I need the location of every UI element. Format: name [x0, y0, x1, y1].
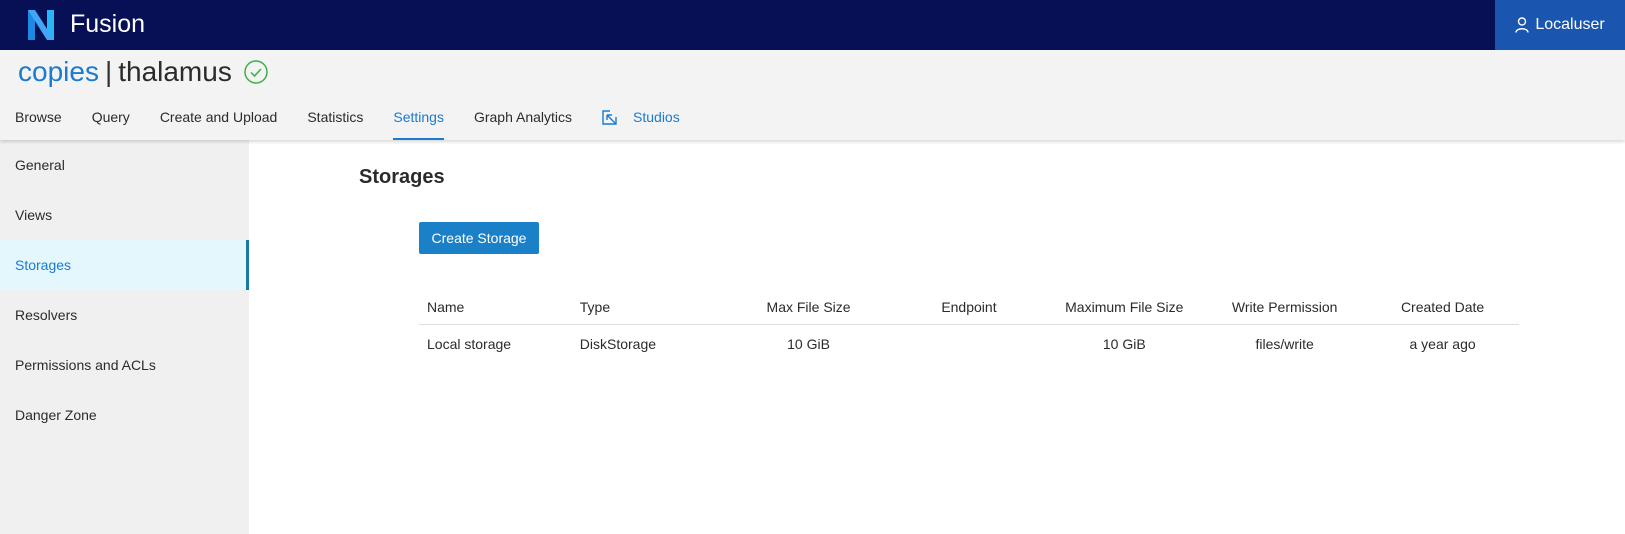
cell-endpoint [893, 324, 1046, 364]
tab-graph-analytics[interactable]: Graph Analytics [459, 94, 587, 140]
top-bar: Fusion Localuser [0, 0, 1625, 50]
check-circle-icon [244, 60, 268, 84]
cell-type: DiskStorage [579, 336, 657, 353]
title-separator: | [104, 56, 113, 87]
sidebar-item-permissions-and-acls[interactable]: Permissions and ACLs [0, 340, 249, 390]
cell-maximum-file-size: 10 GiB [1102, 336, 1146, 353]
sidebar-item-danger-zone[interactable]: Danger Zone [0, 390, 249, 440]
cell-write-permission: files/write [1255, 336, 1314, 353]
tab-browse[interactable]: Browse [0, 94, 77, 140]
tab-query[interactable]: Query [77, 94, 145, 140]
table-header-row: Name Type Max File Size Endpoint Maximum… [419, 290, 1519, 325]
organization-link[interactable]: copies [18, 56, 99, 88]
project-name: thalamus [118, 56, 232, 87]
sidebar-item-resolvers[interactable]: Resolvers [0, 290, 249, 340]
user-label: Localuser [1535, 16, 1605, 33]
project-title-bar: copies | thalamus [0, 50, 1625, 94]
page-title: Storages [359, 166, 445, 188]
table-row[interactable]: Local storage DiskStorage 10 GiB 10 GiB … [419, 324, 1519, 364]
column-header-type[interactable]: Type [571, 290, 725, 325]
sidebar-item-storages[interactable]: Storages [0, 240, 249, 290]
tab-create-and-upload[interactable]: Create and Upload [145, 94, 293, 140]
create-storage-button[interactable]: Create Storage [419, 222, 539, 254]
tab-studios[interactable]: Studios [587, 94, 695, 140]
storages-table: Name Type Max File Size Endpoint Maximum… [419, 290, 1519, 364]
main-tabs: Browse Query Create and Upload Statistic… [0, 94, 1625, 140]
column-header-name[interactable]: Name [419, 290, 572, 325]
sidebar-item-views[interactable]: Views [0, 190, 249, 240]
tab-studios-label: Studios [633, 109, 680, 125]
column-header-max-file-size[interactable]: Max File Size [724, 290, 893, 325]
sidebar-item-general[interactable]: General [0, 140, 249, 190]
external-link-icon [602, 109, 617, 125]
cell-created-date: a year ago [1409, 336, 1476, 353]
tab-statistics[interactable]: Statistics [292, 94, 378, 140]
user-icon [1515, 17, 1530, 33]
main-content: Storages Create Storage Name Type Max Fi… [249, 140, 1625, 534]
cell-name: Local storage [427, 336, 512, 353]
app-name: Fusion [70, 10, 146, 38]
settings-sidebar: General Views Storages Resolvers Permiss… [0, 140, 249, 534]
column-header-maximum-file-size[interactable]: Maximum File Size [1045, 290, 1204, 325]
tab-settings[interactable]: Settings [378, 94, 459, 140]
user-menu-button[interactable]: Localuser [1495, 0, 1625, 50]
cell-max-file-size: 10 GiB [787, 336, 830, 353]
column-header-write-permission[interactable]: Write Permission [1203, 290, 1367, 325]
column-header-created-date[interactable]: Created Date [1366, 290, 1519, 325]
fusion-logo-icon[interactable] [26, 8, 56, 42]
column-header-endpoint[interactable]: Endpoint [892, 290, 1046, 325]
